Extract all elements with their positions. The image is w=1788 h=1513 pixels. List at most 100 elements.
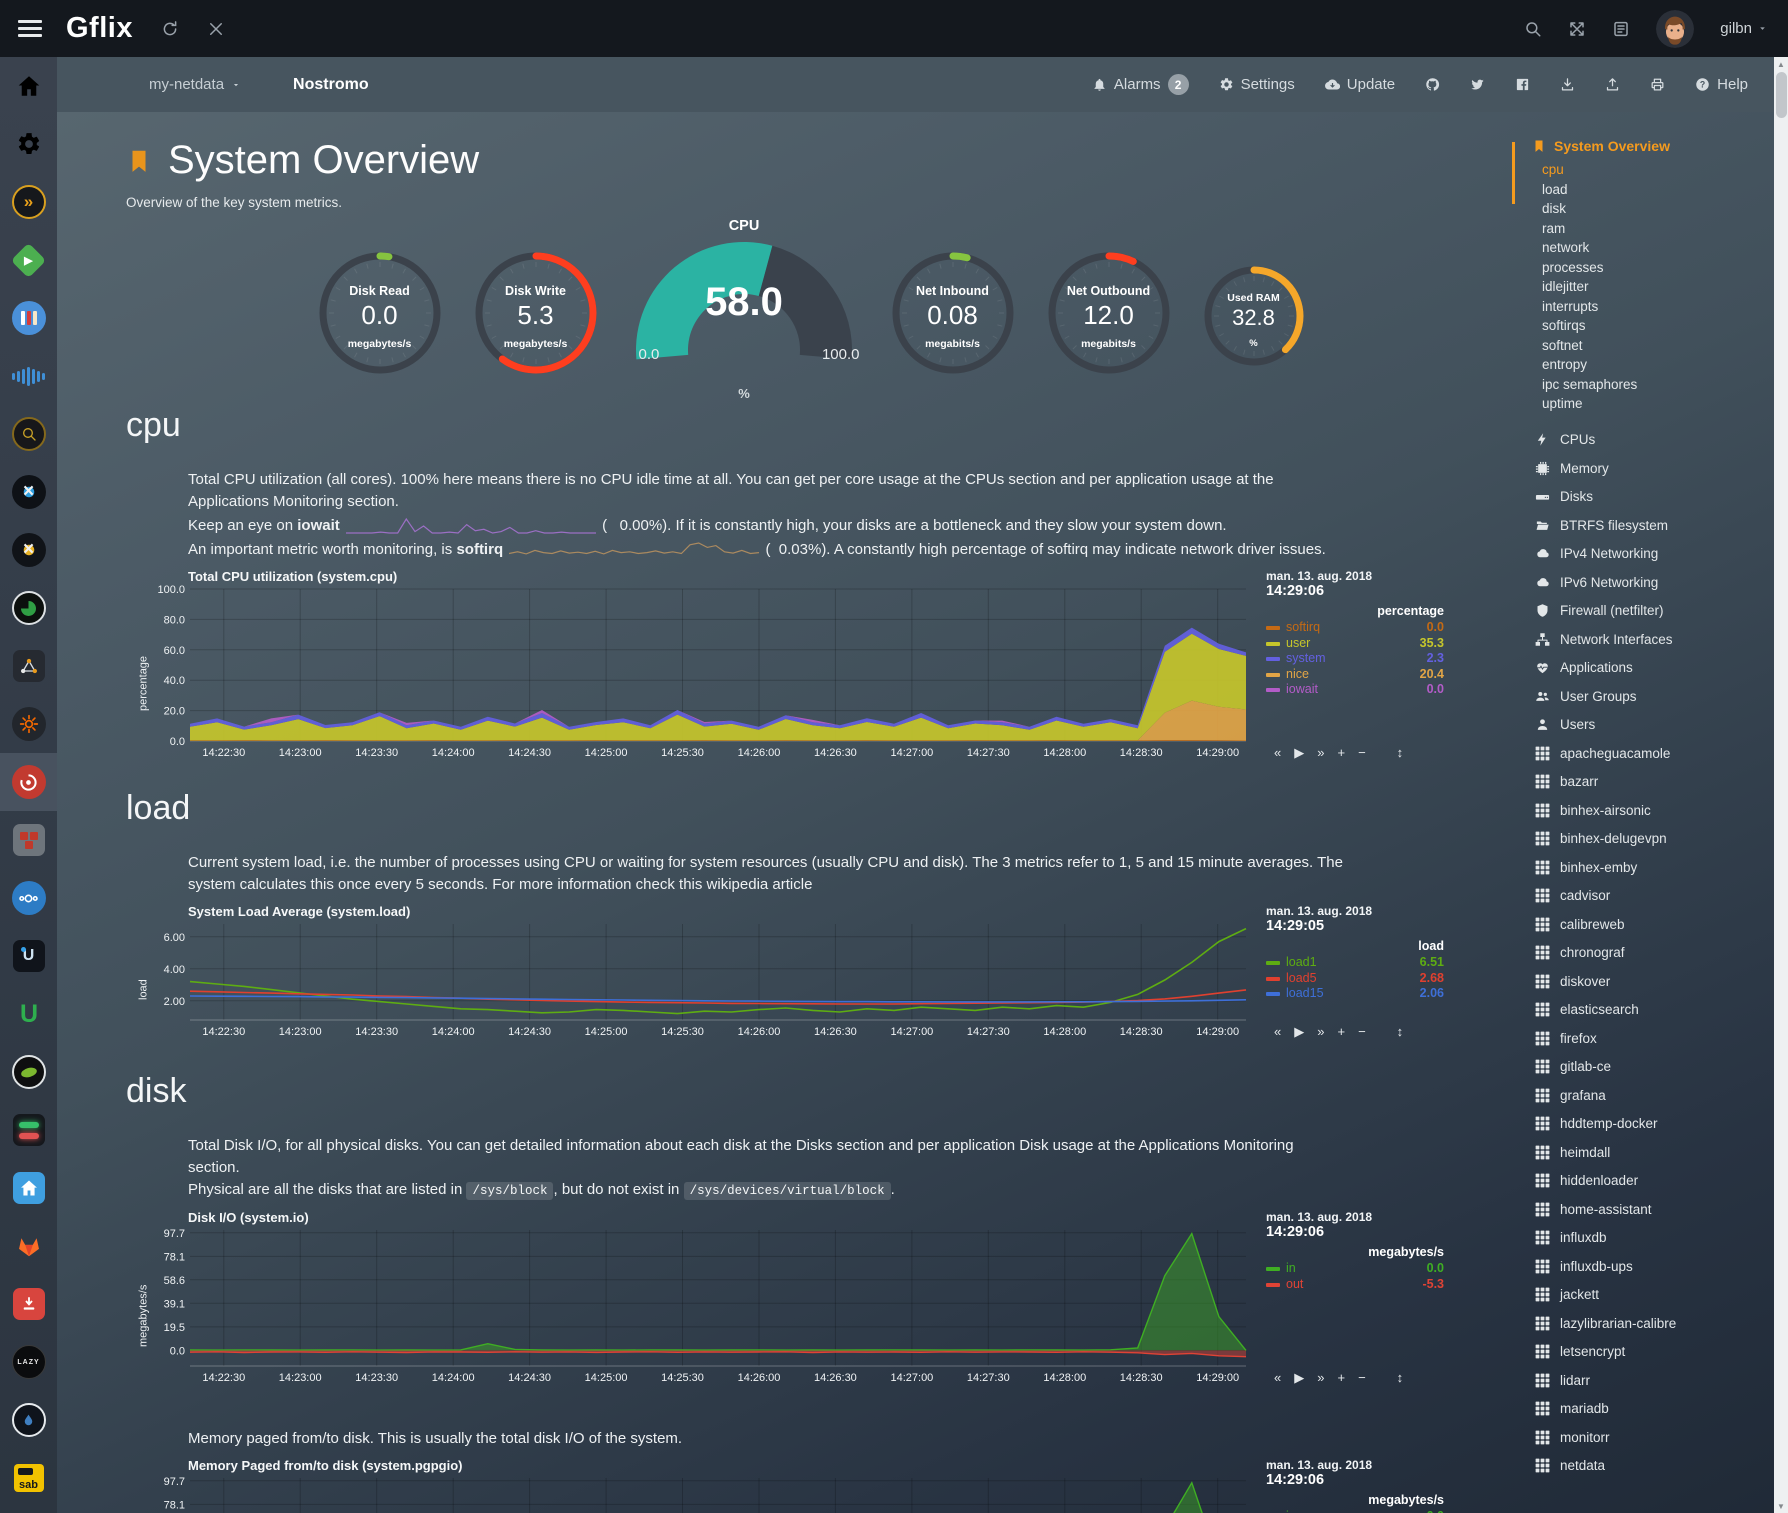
sidebar-app-deluge[interactable] (0, 1391, 57, 1449)
pan-backward-button[interactable]: « (1274, 746, 1281, 759)
menu-item-interrupts[interactable]: interrupts (1532, 297, 1774, 317)
gauge-cpu[interactable]: CPU 58.00.0100.0% (627, 218, 862, 402)
close-tab-icon[interactable] (207, 20, 225, 38)
sidebar-app-gitlab[interactable] (0, 1217, 57, 1275)
menu-section-applications[interactable]: Applications (1532, 654, 1774, 683)
facebook-button[interactable] (1500, 77, 1545, 92)
resize-button[interactable]: ↕ (1397, 1371, 1404, 1384)
menu-section-btrfs-filesystem[interactable]: BTRFS filesystem (1532, 511, 1774, 540)
menu-app-apacheguacamole[interactable]: apacheguacamole (1532, 739, 1774, 768)
scrollbar-up-arrow[interactable]: ▲ (1774, 57, 1788, 71)
sidebar-app-airsonic[interactable] (0, 347, 57, 405)
sidebar-app-downloader[interactable] (0, 1275, 57, 1333)
settings-button[interactable]: Settings (1204, 76, 1310, 93)
github-button[interactable] (1410, 77, 1455, 92)
gauge-used_ram[interactable]: Used RAM32.8% (1200, 262, 1308, 370)
pan-backward-button[interactable]: « (1274, 1371, 1281, 1384)
menu-app-binhex-delugevpn[interactable]: binhex-delugevpn (1532, 825, 1774, 854)
scrollbar-thumb[interactable] (1776, 72, 1787, 118)
menu-app-binhex-emby[interactable]: binhex-emby (1532, 853, 1774, 882)
sidebar-app-jackett[interactable] (0, 405, 57, 463)
menu-item-load[interactable]: load (1532, 180, 1774, 200)
gauge-disk_read[interactable]: Disk Read0.0megabytes/s (315, 248, 445, 378)
menu-app-gitlab-ce[interactable]: gitlab-ce (1532, 1053, 1774, 1082)
legend-row-iowait[interactable]: iowait 0.0 (1266, 682, 1444, 698)
menu-app-influxdb[interactable]: influxdb (1532, 1224, 1774, 1253)
chart-canvas[interactable]: 14:22:3014:23:0014:23:3014:24:0014:24:30… (152, 1474, 1252, 1513)
menu-item-softnet[interactable]: softnet (1532, 336, 1774, 356)
menu-item-ram[interactable]: ram (1532, 219, 1774, 239)
menu-app-netdata[interactable]: netdata (1532, 1452, 1774, 1481)
menu-app-cadvisor[interactable]: cadvisor (1532, 882, 1774, 911)
scrollbar-down-arrow[interactable]: ▼ (1774, 1499, 1788, 1513)
legend-row-out[interactable]: out -5.3 (1266, 1277, 1444, 1293)
sidebar-app-plex[interactable]: » (0, 173, 57, 231)
zoom-out-button[interactable]: − (1358, 746, 1366, 759)
menu-app-lazylibrarian-calibre[interactable]: lazylibrarian-calibre (1532, 1309, 1774, 1338)
play-button[interactable]: ▶ (1294, 746, 1304, 759)
legend-row-load1[interactable]: load1 6.51 (1266, 955, 1444, 971)
menu-app-chronograf[interactable]: chronograf (1532, 939, 1774, 968)
pan-forward-button[interactable]: » (1317, 1371, 1324, 1384)
menu-app-hddtemp-docker[interactable]: hddtemp-docker (1532, 1110, 1774, 1139)
sidebar-app-handbrake[interactable] (0, 579, 57, 637)
menu-app-elasticsearch[interactable]: elasticsearch (1532, 996, 1774, 1025)
zoom-in-button[interactable]: + (1337, 1371, 1345, 1384)
sidebar-app-grafana[interactable] (0, 695, 57, 753)
chart-canvas[interactable]: 14:22:3014:23:0014:23:3014:24:0014:24:30… (152, 585, 1252, 763)
legend-row-in[interactable]: in 0.0 (1266, 1261, 1444, 1277)
legend-row-load5[interactable]: load5 2.68 (1266, 971, 1444, 987)
menu-section-disks[interactable]: Disks (1532, 483, 1774, 512)
search-icon[interactable] (1524, 20, 1542, 38)
menu-app-firefox[interactable]: firefox (1532, 1024, 1774, 1053)
menu-section-user-groups[interactable]: User Groups (1532, 682, 1774, 711)
zoom-out-button[interactable]: − (1358, 1025, 1366, 1038)
menu-app-jackett[interactable]: jackett (1532, 1281, 1774, 1310)
gauge-disk_write[interactable]: Disk Write5.3megabytes/s (471, 248, 601, 378)
play-button[interactable]: ▶ (1294, 1025, 1304, 1038)
menu-app-bazarr[interactable]: bazarr (1532, 768, 1774, 797)
menu-app-monitorr[interactable]: monitorr (1532, 1423, 1774, 1452)
fullscreen-icon[interactable] (1568, 20, 1586, 38)
host-dropdown[interactable]: my-netdata (149, 76, 241, 93)
menu-item-cpu[interactable]: cpu (1532, 160, 1774, 180)
pan-forward-button[interactable]: » (1317, 746, 1324, 759)
alarms-button[interactable]: Alarms 2 (1077, 74, 1204, 95)
menu-app-home-assistant[interactable]: home-assistant (1532, 1195, 1774, 1224)
sidebar-app-sabnzbd[interactable]: sab (0, 1449, 57, 1507)
sidebar-app-xteve[interactable]: × (0, 463, 57, 521)
pan-forward-button[interactable]: » (1317, 1025, 1324, 1038)
zoom-in-button[interactable]: + (1337, 1025, 1345, 1038)
user-menu[interactable]: gilbn (1720, 20, 1768, 37)
sidebar-app-unraid[interactable]: U (0, 985, 57, 1043)
page-scrollbar[interactable]: ▲ ▼ (1774, 57, 1788, 1513)
menu-item-entropy[interactable]: entropy (1532, 355, 1774, 375)
chart-canvas[interactable]: 14:22:3014:23:0014:23:3014:24:0014:24:30… (152, 920, 1252, 1042)
sidebar-app-samba[interactable] (0, 811, 57, 869)
sidebar-app-netdata[interactable] (0, 753, 57, 811)
menu-item-processes[interactable]: processes (1532, 258, 1774, 278)
menu-app-diskover[interactable]: diskover (1532, 967, 1774, 996)
menu-item-network[interactable]: network (1532, 238, 1774, 258)
gauge-net_outbound[interactable]: Net Outbound12.0megabits/s (1044, 248, 1174, 378)
menu-app-binhex-airsonic[interactable]: binhex-airsonic (1532, 796, 1774, 825)
avatar[interactable] (1656, 10, 1694, 48)
resize-button[interactable]: ↕ (1397, 1025, 1404, 1038)
menu-app-lidarr[interactable]: lidarr (1532, 1366, 1774, 1395)
legend-row-system[interactable]: system 2.3 (1266, 651, 1444, 667)
menu-section-ipv6-networking[interactable]: IPv6 Networking (1532, 568, 1774, 597)
menu-app-calibreweb[interactable]: calibreweb (1532, 910, 1774, 939)
host-active[interactable]: Nostromo (293, 76, 369, 94)
zoom-in-button[interactable]: + (1337, 746, 1345, 759)
menu-section-users[interactable]: Users (1532, 711, 1774, 740)
help-button[interactable]: ? Help (1680, 76, 1774, 93)
pan-backward-button[interactable]: « (1274, 1025, 1281, 1038)
menu-item-ipc-semaphores[interactable]: ipc semaphores (1532, 375, 1774, 395)
sidebar-app-guacamole[interactable]: × (0, 521, 57, 579)
sidebar-app-emby[interactable]: ▶ (0, 231, 57, 289)
update-button[interactable]: Update (1310, 76, 1410, 93)
menu-app-grafana[interactable]: grafana (1532, 1081, 1774, 1110)
sidebar-app-unifi[interactable]: U (0, 927, 57, 985)
menu-section-cpus[interactable]: CPUs (1532, 426, 1774, 455)
menu-section-firewall-netfilter-[interactable]: Firewall (netfilter) (1532, 597, 1774, 626)
